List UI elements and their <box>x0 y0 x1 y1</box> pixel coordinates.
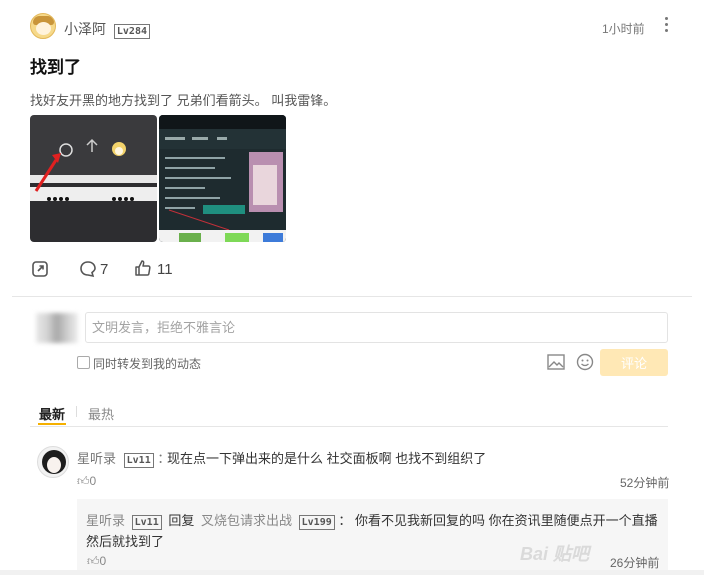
reply-user-level-badge: Lv11 <box>131 515 162 530</box>
reply-time: 26分钟前 <box>610 556 660 570</box>
comment-count[interactable]: 7 <box>100 261 108 278</box>
insert-image-icon[interactable] <box>547 354 565 370</box>
commenter-name[interactable]: 星听录 Lv11 ： <box>77 448 170 468</box>
baidu-tieba-watermark: Bai 贴吧 <box>520 544 590 564</box>
bottom-bar <box>0 570 704 575</box>
emoji-icon[interactable] <box>576 353 594 371</box>
post-body: 找好友开黑的地方找到了 兄弟们看箭头。 叫我雷锋。 <box>30 93 337 108</box>
reply-target-user[interactable]: 叉烧包请求出战 <box>201 513 292 528</box>
tab-separator <box>76 406 77 417</box>
tab-hot[interactable]: 最热 <box>88 404 114 423</box>
reply-word: 回复 <box>168 513 195 528</box>
submit-comment-button[interactable]: 评论 <box>600 349 668 376</box>
repost-checkbox[interactable] <box>77 356 90 369</box>
comment-like[interactable]: 👍︎0 <box>77 474 96 489</box>
author-name[interactable]: 小泽阿 Lv284 <box>64 19 150 39</box>
author-level-badge: Lv284 <box>113 24 150 39</box>
comment-icon[interactable] <box>79 260 97 278</box>
post-image-2[interactable] <box>159 115 286 242</box>
current-user-avatar <box>36 313 78 343</box>
post-title: 找到了 <box>30 58 81 77</box>
author-avatar[interactable] <box>30 13 56 39</box>
reply-line: 星听录 Lv11 回复 叉烧包请求出战 Lv199 ： 你看不见我新回复的吗 你… <box>86 513 658 530</box>
repost-label[interactable]: 同时转发到我的动态 <box>93 355 201 372</box>
commenter-level-badge: Lv11 <box>123 453 154 468</box>
comment-text: 现在点一下弹出来的是什么 社交面板啊 也找不到组织了 <box>167 451 487 466</box>
reply-like[interactable]: 👍︎0 <box>87 554 106 569</box>
comment-input[interactable] <box>85 312 668 343</box>
commenter-avatar[interactable] <box>37 446 69 478</box>
active-tab-indicator <box>38 423 66 425</box>
thumbs-up-icon[interactable] <box>134 259 152 277</box>
thumbs-up-icon[interactable]: 👍︎ <box>87 554 100 568</box>
reply-user[interactable]: 星听录 <box>86 513 125 528</box>
reply-text-continued: 然后就找到了 <box>86 534 165 549</box>
post-image-1[interactable] <box>30 115 157 242</box>
comment-time: 52分钟前 <box>620 476 670 490</box>
share-icon[interactable] <box>31 260 49 278</box>
more-options-icon[interactable] <box>662 17 670 35</box>
reply-text: 你看不见我新回复的吗 你在资讯里随便点开一个直播 <box>355 513 658 528</box>
post-time: 1小时前 <box>602 22 645 36</box>
thumbs-up-icon[interactable]: 👍︎ <box>77 474 90 488</box>
section-divider <box>12 296 692 297</box>
tabs-divider <box>30 426 668 427</box>
reply-target-level-badge: Lv199 <box>298 515 335 530</box>
tab-latest[interactable]: 最新 <box>39 404 65 423</box>
like-count[interactable]: 11 <box>157 261 173 278</box>
